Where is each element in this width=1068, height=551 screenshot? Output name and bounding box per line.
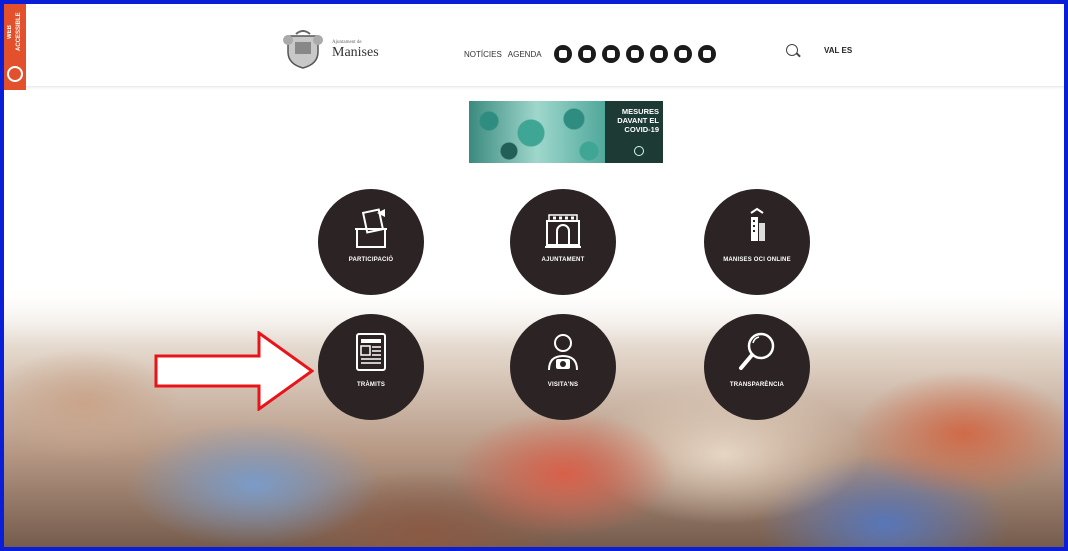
city-icon (750, 207, 765, 241)
tile-transparencia[interactable]: TRANSPARÈNCIA (704, 314, 810, 420)
crest-icon (283, 30, 323, 69)
virus-image (469, 101, 605, 163)
visitor-camera-icon (548, 334, 578, 371)
logo-text: Ajuntament de Manises (332, 40, 379, 61)
tile-label: TRÀMITS (356, 382, 386, 388)
accessibility-icon (7, 66, 23, 82)
nav-agenda[interactable]: AGENDA (508, 50, 542, 59)
tile-visitans[interactable]: VISITA'NS (510, 314, 616, 420)
tile-label: MANISES OCI ONLINE (723, 257, 791, 263)
town-hall-icon (545, 214, 581, 248)
covid-banner[interactable]: MESURES DAVANT EL COVID-19 (469, 101, 663, 163)
twitter-icon[interactable] (577, 45, 596, 63)
newspaper-icon (356, 333, 386, 371)
tile-label: AJUNTAMENT (541, 257, 585, 263)
red-arrow-annotation (154, 331, 314, 411)
tile-manises-oci-online[interactable]: MANISES OCI ONLINE (704, 189, 810, 295)
browser-frame: Ajuntament de Manises NOTÍCIES AGENDA VA… (0, 0, 1068, 551)
tile-label: TRANSPARÈNCIA (729, 382, 785, 388)
language-switch[interactable]: VAL ES (824, 46, 852, 55)
site-header: Ajuntament de Manises NOTÍCIES AGENDA VA… (8, 8, 1064, 86)
whatsapp-icon[interactable] (673, 45, 692, 63)
covid-banner-text: MESURES DAVANT EL COVID-19 (617, 107, 659, 134)
nav-noticies[interactable]: NOTÍCIES (464, 50, 502, 59)
tile-label: PARTICIPACIÓ (348, 257, 394, 263)
instagram-icon[interactable] (601, 45, 620, 63)
magnifier-icon (739, 332, 775, 370)
site-logo[interactable]: Ajuntament de Manises (280, 30, 379, 70)
logo-title: Manises (332, 44, 379, 60)
ballot-box-icon (355, 208, 387, 248)
tile-label: VISITA'NS (547, 382, 579, 388)
pinterest-icon[interactable] (625, 45, 644, 63)
tile-participacio[interactable]: PARTICIPACIÓ (318, 189, 424, 295)
main-nav: NOTÍCIES AGENDA (464, 45, 716, 63)
search-icon[interactable] (786, 44, 798, 56)
seal-icon (634, 146, 644, 156)
youtube-icon[interactable] (649, 45, 668, 63)
social-links (553, 45, 716, 63)
accessibility-badge[interactable]: WEB ACCESSIBLE (4, 4, 26, 90)
accessibility-badge-label: WEB ACCESSIBLE (7, 12, 22, 52)
rss-icon[interactable] (697, 45, 716, 63)
tile-ajuntament[interactable]: AJUNTAMENT (510, 189, 616, 295)
facebook-icon[interactable] (553, 45, 572, 63)
tile-tramits[interactable]: TRÀMITS (318, 314, 424, 420)
